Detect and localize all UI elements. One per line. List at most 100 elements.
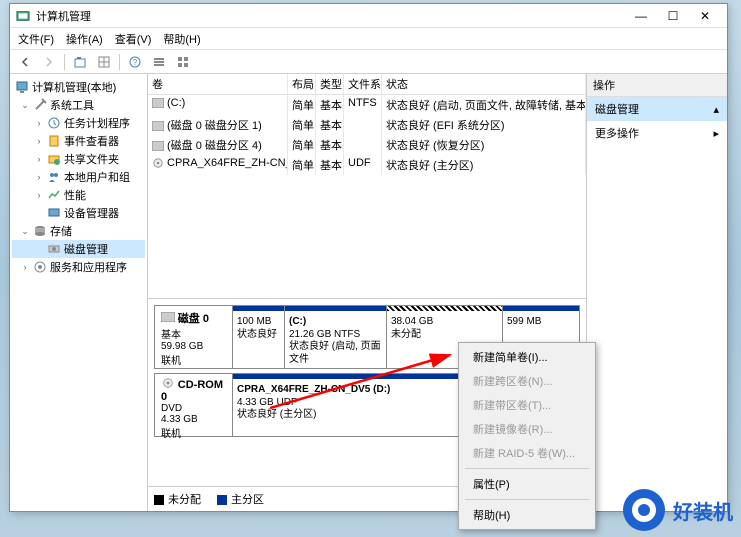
actions-header: 操作: [587, 74, 727, 97]
expand-icon[interactable]: ⌄: [20, 226, 30, 237]
menu-view[interactable]: 查看(V): [115, 31, 152, 47]
expand-up-icon: ▴: [713, 103, 719, 116]
disk-icon: [47, 242, 61, 256]
tree-root-label: 计算机管理(本地): [32, 79, 116, 95]
disk-icon: [161, 312, 175, 322]
watermark: 好装机: [623, 489, 733, 531]
expand-icon[interactable]: ›: [34, 118, 44, 128]
tree-root[interactable]: 计算机管理(本地): [12, 78, 145, 96]
disk-label: 磁盘 0: [178, 313, 209, 325]
action-more[interactable]: 更多操作▸: [587, 121, 727, 145]
legend-primary: 主分区: [217, 491, 264, 507]
clock-icon: [47, 116, 61, 130]
expand-icon[interactable]: ›: [34, 136, 44, 146]
context-menu-item[interactable]: 属性(P): [459, 472, 595, 496]
volume-list[interactable]: 卷 布局 类型 文件系统 状态 (C:)简单基本NTFS状态良好 (启动, 页面…: [148, 74, 586, 299]
col-status[interactable]: 状态: [382, 74, 586, 94]
storage-icon: [33, 224, 47, 238]
close-button[interactable]: ✕: [689, 5, 721, 27]
help-button[interactable]: ?: [124, 52, 146, 72]
context-menu-separator: [465, 468, 589, 469]
tree-label: 本地用户和组: [64, 169, 130, 185]
tree-device-manager[interactable]: 设备管理器: [12, 204, 145, 222]
cdrom-state: 联机: [161, 429, 181, 440]
menubar: 文件(F) 操作(A) 查看(V) 帮助(H): [10, 28, 727, 50]
context-menu-item: 新建跨区卷(N)...: [459, 369, 595, 393]
partition-efi[interactable]: 100 MB状态良好: [233, 306, 285, 368]
actions-pane: 操作 磁盘管理▴ 更多操作▸: [587, 74, 727, 511]
view-detail-button[interactable]: [172, 52, 194, 72]
col-fs[interactable]: 文件系统: [344, 74, 382, 94]
tree-disk-management[interactable]: 磁盘管理: [12, 240, 145, 258]
app-icon: [16, 9, 30, 23]
minimize-button[interactable]: —: [625, 5, 657, 27]
back-button[interactable]: [14, 52, 36, 72]
cdrom-size: 4.33 GB: [161, 414, 198, 425]
computer-icon: [15, 80, 29, 94]
up-button[interactable]: [69, 52, 91, 72]
computer-management-window: 计算机管理 — ☐ ✕ 文件(F) 操作(A) 查看(V) 帮助(H) ? 计算…: [9, 3, 728, 512]
col-type[interactable]: 类型: [316, 74, 344, 94]
partition-c[interactable]: (C:)21.26 GB NTFS状态良好 (启动, 页面文件: [285, 306, 387, 368]
col-layout[interactable]: 布局: [288, 74, 316, 94]
disk-type: 基本: [161, 330, 181, 341]
volume-row[interactable]: CPRA_X64FRE_ZH-CN_DV5 (D:)简单基本UDF状态良好 (主…: [148, 155, 586, 175]
tree-label: 存储: [50, 223, 72, 239]
chevron-right-icon: ▸: [713, 127, 719, 140]
context-menu[interactable]: 新建简单卷(I)...新建跨区卷(N)...新建带区卷(T)...新建镜像卷(R…: [458, 342, 596, 530]
volume-row[interactable]: (C:)简单基本NTFS状态良好 (启动, 页面文件, 故障转储, 基本数据分.…: [148, 95, 586, 115]
device-icon: [47, 206, 61, 220]
legend-unallocated: 未分配: [154, 491, 201, 507]
context-menu-item[interactable]: 帮助(H): [459, 503, 595, 527]
view-list-button[interactable]: [148, 52, 170, 72]
forward-button[interactable]: [38, 52, 60, 72]
toolbar: ?: [10, 50, 727, 74]
menu-action[interactable]: 操作(A): [66, 31, 103, 47]
volume-row[interactable]: (磁盘 0 磁盘分区 1)简单基本状态良好 (EFI 系统分区): [148, 115, 586, 135]
tree-label: 磁盘管理: [64, 241, 108, 257]
tree-label: 任务计划程序: [64, 115, 130, 131]
tree-services[interactable]: › 服务和应用程序: [12, 258, 145, 276]
expand-icon[interactable]: ›: [34, 190, 44, 200]
perf-icon: [47, 188, 61, 202]
disk-state: 联机: [161, 356, 181, 367]
expand-icon[interactable]: ⌄: [20, 100, 30, 111]
context-menu-item: 新建 RAID-5 卷(W)...: [459, 441, 595, 465]
expand-icon[interactable]: ›: [20, 262, 30, 272]
users-icon: [47, 170, 61, 184]
cdrom-type: DVD: [161, 403, 182, 414]
disk-size: 59.98 GB: [161, 341, 203, 352]
context-menu-item[interactable]: 新建简单卷(I)...: [459, 345, 595, 369]
tree-label: 性能: [64, 187, 86, 203]
refresh-button[interactable]: [93, 52, 115, 72]
tree-performance[interactable]: › 性能: [12, 186, 145, 204]
disk-0-info[interactable]: 磁盘 0 基本 59.98 GB 联机: [155, 306, 233, 368]
maximize-button[interactable]: ☐: [657, 5, 689, 27]
menu-file[interactable]: 文件(F): [18, 31, 54, 47]
context-menu-item: 新建带区卷(T)...: [459, 393, 595, 417]
tree-task-scheduler[interactable]: › 任务计划程序: [12, 114, 145, 132]
watermark-text: 好装机: [673, 496, 733, 525]
tree-event-viewer[interactable]: ›事件查看器: [12, 132, 145, 150]
action-diskmgmt[interactable]: 磁盘管理▴: [587, 97, 727, 121]
log-icon: [47, 134, 61, 148]
volume-row[interactable]: (磁盘 0 磁盘分区 4)简单基本状态良好 (恢复分区): [148, 135, 586, 155]
tree-label: 设备管理器: [64, 205, 119, 221]
expand-icon[interactable]: ›: [34, 154, 44, 164]
tree-storage[interactable]: ⌄ 存储: [12, 222, 145, 240]
cdrom-info[interactable]: CD-ROM 0 DVD 4.33 GB 联机: [155, 374, 233, 436]
titlebar[interactable]: 计算机管理 — ☐ ✕: [10, 4, 727, 28]
col-volume[interactable]: 卷: [148, 74, 288, 94]
tree-system-tools[interactable]: ⌄系统工具: [12, 96, 145, 114]
tree-label: 服务和应用程序: [50, 259, 127, 275]
menu-help[interactable]: 帮助(H): [163, 31, 200, 47]
watermark-logo: [623, 489, 665, 531]
tree-local-users[interactable]: › 本地用户和组: [12, 168, 145, 186]
tree-label: 共享文件夹: [64, 151, 119, 167]
context-menu-separator: [465, 499, 589, 500]
tree-shared-folders[interactable]: › 共享文件夹: [12, 150, 145, 168]
expand-icon[interactable]: ›: [34, 172, 44, 182]
svg-text:?: ?: [133, 58, 138, 67]
dvd-icon: [161, 378, 175, 388]
nav-tree[interactable]: 计算机管理(本地) ⌄系统工具 › 任务计划程序 ›事件查看器 › 共享文件夹 › 本…: [10, 74, 148, 511]
